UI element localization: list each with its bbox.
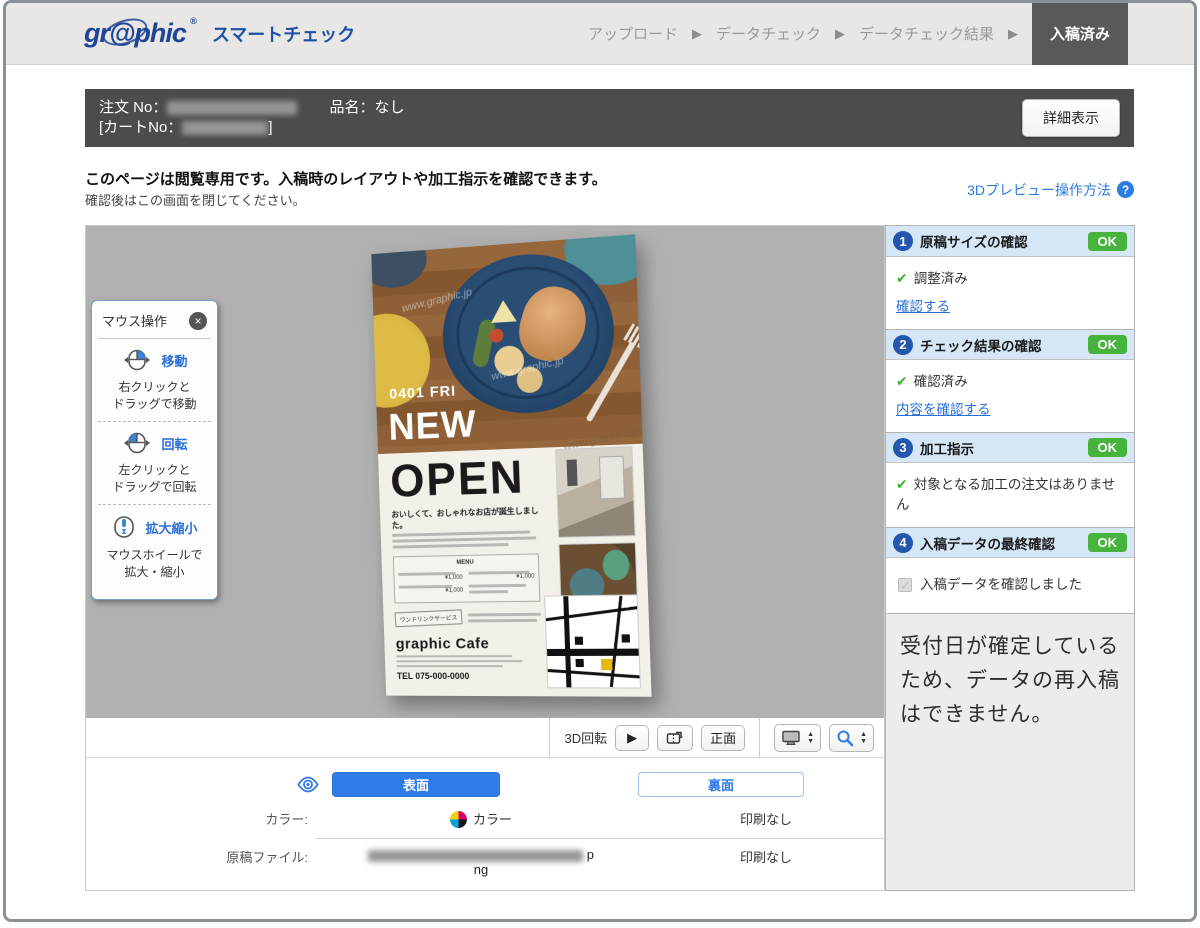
status-badge: OK — [1088, 533, 1128, 552]
breadcrumb-arrow-icon: ▶ — [692, 26, 702, 42]
breadcrumb: アップロード ▶ データチェック ▶ データチェック結果 ▶ 入稿済み — [578, 3, 1194, 65]
mouse-right-button-icon — [121, 349, 153, 371]
view-mode-stepper[interactable]: ▲▼ — [774, 724, 821, 752]
check-section-4: 4 入稿データの最終確認 OK 入稿データを確認しました — [886, 527, 1134, 613]
preview-3d-canvas[interactable]: マウス操作 × 移動 右クリックと ドラッグで移動 — [86, 226, 884, 718]
app-header: gr@phic® スマートチェック アップロード ▶ データチェック ▶ データ… — [6, 3, 1194, 65]
brand: gr@phic® スマートチェック — [84, 18, 355, 49]
step-number-badge: 1 — [893, 231, 913, 251]
check-icon: ✔ — [896, 270, 908, 286]
flip-side-button[interactable] — [657, 725, 693, 751]
graphic-logo: gr@phic® — [84, 18, 186, 49]
poster-interior-photo — [555, 446, 635, 538]
color-label: カラー: — [86, 809, 316, 828]
zoom-stepper[interactable]: ▲▼ — [829, 724, 874, 752]
down-arrow-icon[interactable]: ▼ — [860, 738, 867, 745]
order-info-bar: 注文 No：██████████_███ 品名：なし [カートNo：██████… — [85, 89, 1134, 147]
eye-icon[interactable] — [296, 776, 320, 793]
poster-date-text: 0401 FRI — [389, 383, 456, 403]
step-number-badge: 3 — [893, 438, 913, 458]
step-number-badge: 2 — [893, 335, 913, 355]
confirmed-checkbox — [898, 578, 912, 592]
preview-panel: マウス操作 × 移動 右クリックと ドラッグで移動 — [85, 225, 885, 891]
magnifier-icon — [836, 729, 854, 747]
back-side-button[interactable]: 裏面 — [638, 772, 804, 797]
mouse-panel-title: マウス操作 — [102, 311, 167, 330]
rotate-label: 3D回転 — [564, 728, 607, 747]
down-arrow-icon[interactable]: ▼ — [807, 738, 814, 745]
step-datacheck: データチェック — [716, 23, 821, 44]
divider — [759, 718, 760, 758]
play-rotation-button[interactable]: ▶ — [615, 725, 649, 751]
play-icon: ▶ — [627, 730, 637, 746]
step-upload: アップロード — [588, 23, 678, 44]
poster-new-text: NEW — [388, 404, 477, 447]
close-icon[interactable]: × — [189, 312, 207, 330]
poster-map — [544, 594, 641, 688]
check-icon: ✔ — [896, 373, 908, 389]
cmyk-color-icon — [450, 811, 467, 828]
confirm-link[interactable]: 確認する — [896, 297, 950, 317]
resubmit-notice: 受付日が確定しているため、データの再入稿はできません。 — [886, 613, 1134, 890]
mouse-wheel-icon — [111, 515, 137, 539]
breadcrumb-arrow-icon: ▶ — [835, 26, 845, 42]
app-title: スマートチェック — [212, 21, 355, 47]
poster-drink-service: ワンドリンクサービス — [395, 609, 463, 627]
check-section-3: 3 加工指示 OK ✔対象となる加工の注文はありません — [886, 432, 1134, 527]
confirmed-checkbox-label: 入稿データを確認しました — [920, 575, 1082, 595]
divider — [549, 718, 550, 758]
flip-icon — [666, 730, 684, 746]
mouse-operations-panel: マウス操作 × 移動 右クリックと ドラッグで移動 — [91, 300, 218, 600]
status-badge: OK — [1088, 335, 1128, 354]
step-checkresult: データチェック結果 — [859, 23, 994, 44]
cart-no-label: [カートNo： — [99, 119, 182, 136]
map-marker — [601, 659, 613, 670]
color-row: カラー: カラー 印刷なし — [86, 809, 884, 828]
order-no-label: 注文 No： — [99, 99, 167, 116]
check-section-2: 2 チェック結果の確認 OK ✔確認済み 内容を確認する — [886, 329, 1134, 432]
document-3d-preview[interactable]: www.graphic.jp www.graphic.jp 0401 FRI N… — [371, 234, 651, 696]
breadcrumb-arrow-icon: ▶ — [1008, 26, 1018, 42]
front-side-button[interactable]: 表面 — [332, 772, 500, 797]
front-view-button[interactable]: 正面 — [701, 725, 745, 751]
up-arrow-icon[interactable]: ▲ — [807, 731, 814, 738]
back-file-value: 印刷なし — [646, 847, 886, 866]
status-badge: OK — [1088, 232, 1128, 251]
mouse-op-rotate: 回転 左クリックと ドラッグで回転 — [98, 422, 211, 505]
item-name: 品名：なし — [330, 99, 405, 116]
check-icon: ✔ — [896, 476, 908, 492]
display-icon — [781, 730, 801, 746]
notice-title: このページは閲覧専用です。入稿時のレイアウトや加工指示を確認できます。 — [85, 169, 607, 191]
divider — [316, 838, 886, 839]
file-row: 原稿ファイル: ██████████████████████ p ng 印刷なし — [86, 847, 884, 877]
mouse-op-move: 移動 右クリックと ドラッグで移動 — [98, 339, 211, 422]
detail-view-button[interactable]: 詳細表示 — [1022, 99, 1120, 137]
poster-photo: www.graphic.jp www.graphic.jp 0401 FRI N… — [371, 234, 642, 454]
poster-subtitle: おいしくて、おしゃれなお店が誕生しました。 — [391, 505, 548, 531]
notice-subtitle: 確認後はこの画面を閉じてください。 — [85, 191, 607, 210]
up-arrow-icon[interactable]: ▲ — [860, 731, 867, 738]
sides-info: 表面 裏面 カラー: カラー 印刷なし 原稿ファイル: ████████████… — [86, 758, 884, 877]
check-section-1: 1 原稿サイズの確認 OK ✔調整済み 確認する — [886, 226, 1134, 329]
step-number-badge: 4 — [893, 533, 913, 553]
front-color-value: カラー — [316, 809, 646, 828]
back-color-value: 印刷なし — [646, 809, 886, 828]
file-label: 原稿ファイル: — [86, 847, 316, 866]
confirm-contents-link[interactable]: 内容を確認する — [896, 400, 991, 420]
front-file-value: ██████████████████████ p ng — [316, 847, 646, 877]
step-submitted-active: 入稿済み — [1032, 3, 1128, 65]
mouse-left-button-icon — [121, 432, 153, 454]
page-notice: このページは閲覧専用です。入稿時のレイアウトや加工指示を確認できます。 確認後は… — [85, 169, 1134, 210]
preview-help-link[interactable]: 3Dプレビュー操作方法 ? — [967, 169, 1134, 210]
poster-menu-box: MENU ¥1,000 ¥1,000 ¥1,000 — [393, 553, 541, 603]
order-no-masked: ██████████_███ — [167, 101, 297, 115]
page: gr@phic® スマートチェック アップロード ▶ データチェック ▶ データ… — [3, 0, 1197, 922]
mouse-op-zoom: 拡大縮小 マウスホイールで 拡大・縮小 — [98, 505, 211, 589]
check-sidebar: 1 原稿サイズの確認 OK ✔調整済み 確認する 2 チェック結果の確認 OK … — [885, 225, 1135, 891]
help-icon[interactable]: ? — [1117, 181, 1134, 198]
status-badge: OK — [1088, 438, 1128, 457]
poster-body: OPEN www.graphic.jp おいしくて、おしゃれなお店が誕生しました… — [378, 444, 652, 697]
preview-toolbar: 3D回転 ▶ 正面 ▲▼ — [86, 718, 884, 758]
cart-no-masked: ████████ — [182, 121, 268, 135]
